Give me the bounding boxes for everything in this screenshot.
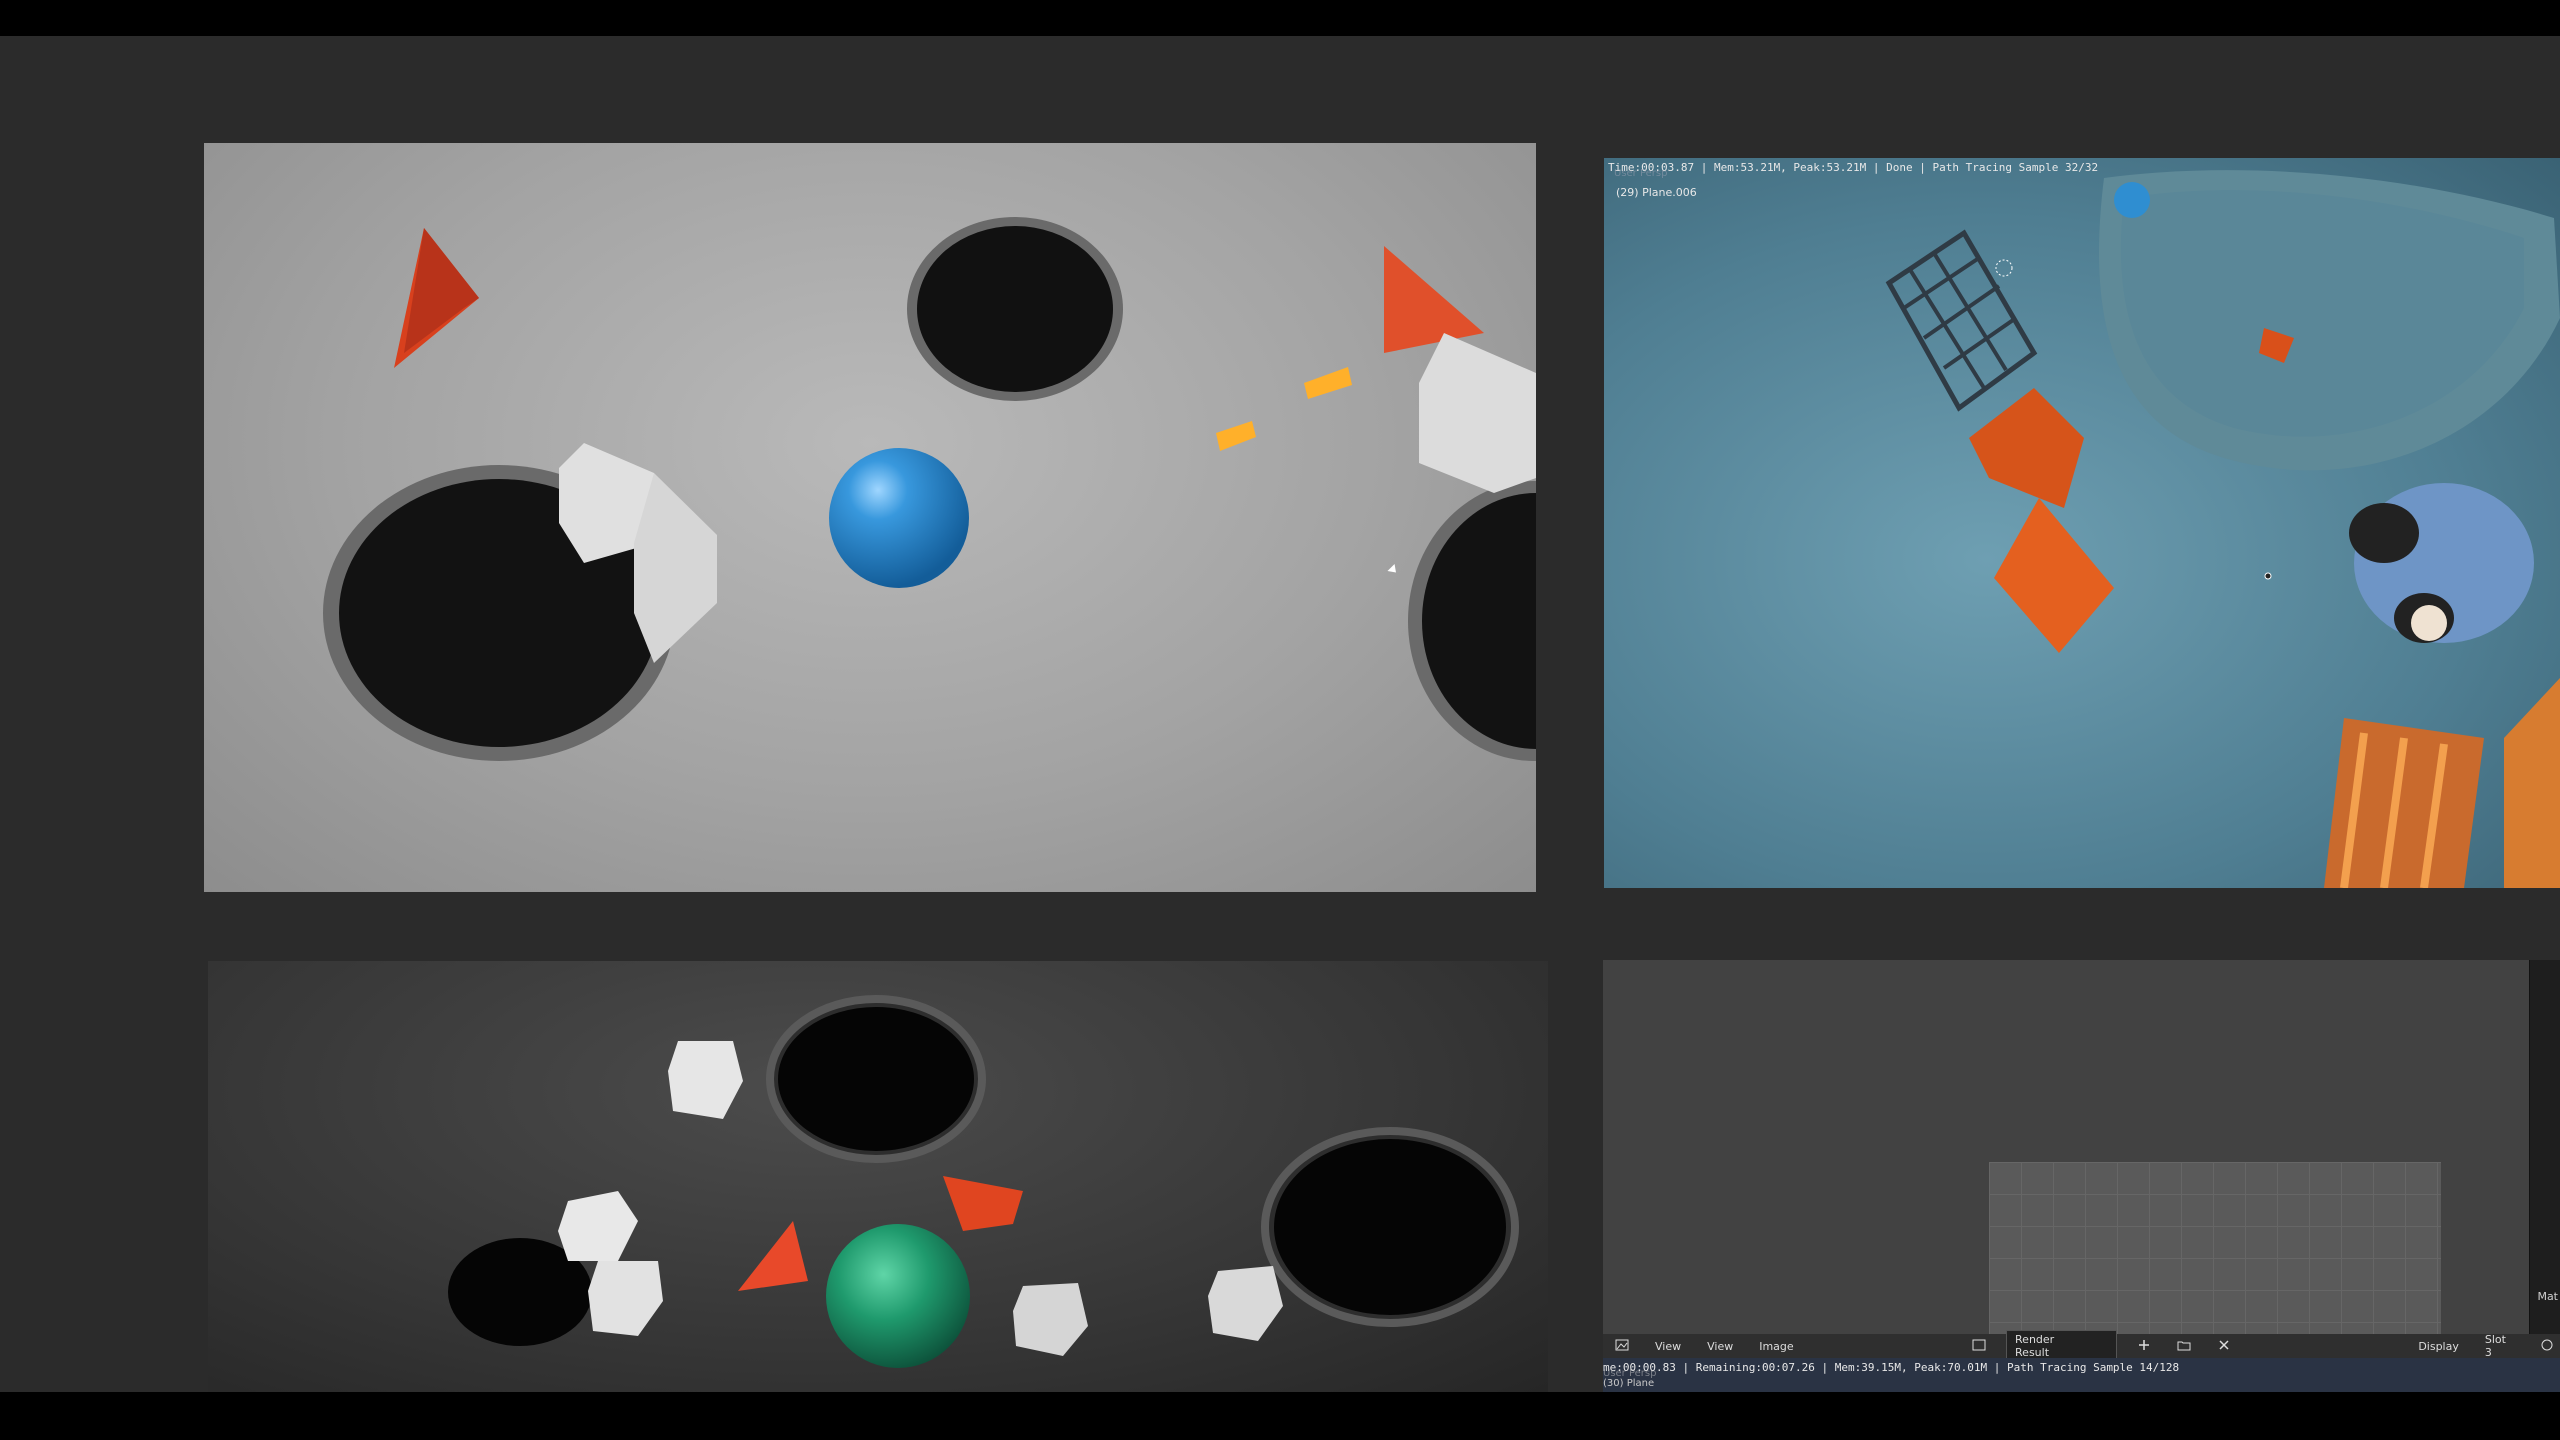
- hole: [917, 226, 1113, 392]
- 3d-cursor: [1995, 259, 2013, 277]
- render-panel-top-left: [204, 143, 1536, 892]
- white-cube: [558, 1191, 638, 1261]
- viewport-mode-ghost: User Persp: [1614, 168, 1668, 179]
- sphere-shading-icon: [2541, 1339, 2553, 1350]
- display-mode-select[interactable]: Display: [2412, 1338, 2465, 1355]
- render-panel-top-right: Time:00:03.87 | Mem:53.21M, Peak:53.21M …: [1604, 158, 2560, 888]
- green-sphere: [826, 1224, 970, 1368]
- blue-sphere: [2114, 182, 2150, 218]
- white-cube: [1013, 1283, 1088, 1356]
- hole: [778, 1007, 974, 1151]
- close-icon: [2219, 1339, 2229, 1350]
- red-pyramid: [1384, 246, 1484, 353]
- image-browse-button[interactable]: [1966, 1336, 1992, 1357]
- plus-icon: [2138, 1339, 2149, 1350]
- properties-sidebar: Mat: [2529, 960, 2560, 1392]
- orange-pyramid: [943, 1176, 1023, 1231]
- orange-block: [1969, 388, 2084, 508]
- render-status-text: Time:00:03.87 | Mem:53.21M, Peak:53.21M …: [1608, 161, 2099, 174]
- view-menu-1[interactable]: View: [1649, 1338, 1687, 1355]
- image-editor-panel: Mat View View Image Render Result Displa…: [1603, 960, 2560, 1392]
- glowing-brick: [1216, 421, 1256, 451]
- render-panel-bottom-left: [208, 961, 1548, 1392]
- scene-bottom-left: [448, 995, 1519, 1368]
- orange-pyramid: [738, 1221, 808, 1291]
- white-cube: [588, 1261, 663, 1336]
- letterbox-bottom: [0, 1392, 2560, 1440]
- blue-sphere: [829, 448, 969, 588]
- image-menu[interactable]: Image: [1753, 1338, 1799, 1355]
- scene-top-left: [323, 217, 1536, 761]
- hole: [1274, 1139, 1506, 1315]
- render-canvas-grid: [1989, 1162, 2441, 1358]
- active-object-label: (30) Plane: [1603, 1378, 1655, 1389]
- shading-toggle[interactable]: [2534, 1336, 2560, 1357]
- white-cube: [668, 1041, 743, 1119]
- render-status-text: me:00:00.83 | Remaining:00:07.26 | Mem:3…: [1603, 1361, 2180, 1374]
- red-pyramid: [404, 228, 479, 353]
- render-status-bar: me:00:00.83 | Remaining:00:07.26 | Mem:3…: [1603, 1358, 2560, 1392]
- new-image-button[interactable]: [2131, 1336, 2157, 1357]
- image-icon: [1972, 1339, 1986, 1350]
- white-cube: [634, 473, 717, 663]
- unlink-image-button[interactable]: [2211, 1336, 2237, 1357]
- image-editor-icon: [1615, 1339, 1629, 1350]
- editor-type-button[interactable]: [1609, 1336, 1635, 1357]
- slot-select[interactable]: Slot 3: [2479, 1331, 2520, 1361]
- orange-block: [1994, 498, 2114, 653]
- letterbox-top: [0, 0, 2560, 36]
- active-object-label: (29) Plane.006: [1616, 186, 1697, 199]
- white-cube: [1208, 1266, 1283, 1341]
- scene-top-right: [1885, 170, 2560, 888]
- material-tab-label: Mat: [2537, 1290, 2558, 1303]
- white-cube: [1419, 333, 1536, 493]
- open-image-button[interactable]: [2171, 1336, 2197, 1357]
- folder-icon: [2177, 1341, 2191, 1350]
- glowing-brick: [1304, 367, 1352, 399]
- image-editor-toolbar: View View Image Render Result Display Sl…: [1603, 1330, 2560, 1362]
- striped-block: [2504, 678, 2560, 888]
- view-menu-2[interactable]: View: [1701, 1338, 1739, 1355]
- origin-point: [2264, 572, 2272, 580]
